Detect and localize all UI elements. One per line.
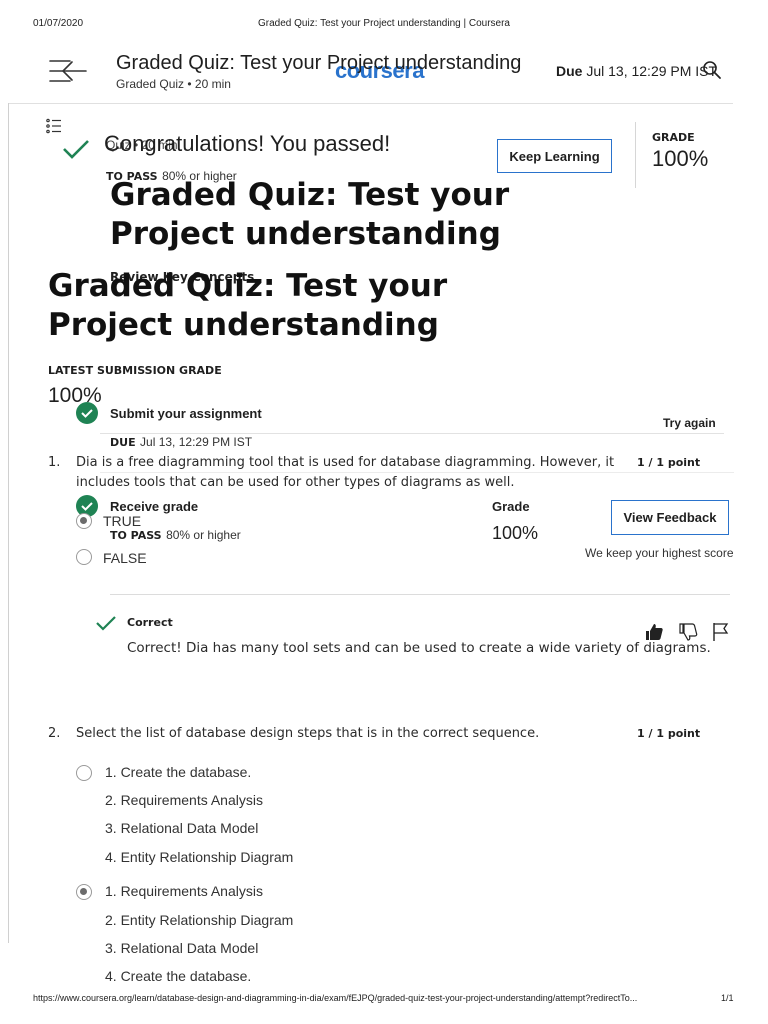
thumbs-up-icon[interactable] bbox=[644, 622, 664, 642]
due-label: Due bbox=[556, 63, 583, 79]
option-label-true: TRUE bbox=[103, 513, 142, 529]
grade-value: 100% bbox=[652, 146, 709, 171]
highest-score-note: We keep your highest score bbox=[585, 546, 734, 560]
page-title: Graded Quiz: Test your Project understan… bbox=[116, 52, 522, 74]
search-icon[interactable] bbox=[702, 60, 722, 80]
option-b-line: 4. Create the database. bbox=[105, 968, 252, 984]
quiz-heading: Graded Quiz: Test your Project understan… bbox=[110, 177, 510, 252]
submit-due: DUE Jul 13, 12:29 PM IST bbox=[110, 433, 252, 451]
thumbs-down-icon[interactable] bbox=[678, 622, 698, 642]
question-number: 2. bbox=[48, 726, 61, 741]
submit-assignment-title: Submit your assignment bbox=[110, 406, 262, 421]
option-radio-true[interactable] bbox=[76, 513, 92, 529]
feedback-label: Correct bbox=[127, 616, 173, 629]
submit-due-value: Jul 13, 12:29 PM IST bbox=[140, 435, 253, 449]
content-left-border bbox=[8, 103, 9, 943]
question-text-line2: includes tools that can be used for othe… bbox=[76, 475, 515, 490]
option-b-line: 3. Relational Data Model bbox=[105, 940, 259, 956]
option-a-line: 1. Create the database. bbox=[105, 764, 252, 780]
question-points: 1 / 1 point bbox=[637, 727, 701, 740]
check-icon bbox=[62, 138, 90, 160]
feedback-divider bbox=[110, 594, 730, 595]
option-label-false: FALSE bbox=[103, 550, 147, 566]
receive-grade-label: Grade bbox=[492, 499, 530, 514]
back-arrow-menu-icon[interactable] bbox=[48, 58, 88, 84]
question-text: Select the list of database design steps… bbox=[76, 726, 540, 741]
page-subtitle: Graded Quiz • 20 min bbox=[116, 77, 231, 91]
divider bbox=[100, 433, 724, 434]
keep-learning-button[interactable]: Keep Learning bbox=[497, 139, 612, 173]
question-number: 1. bbox=[48, 455, 61, 470]
option-a-line: 4. Entity Relationship Diagram bbox=[105, 849, 294, 865]
option-b-line: 2. Entity Relationship Diagram bbox=[105, 912, 294, 928]
option-b-line: 1. Requirements Analysis bbox=[105, 883, 263, 899]
grade-divider bbox=[635, 122, 636, 188]
receive-grade-value: 100% bbox=[492, 523, 539, 543]
print-url: https://www.coursera.org/learn/database-… bbox=[33, 993, 638, 1003]
latest-submission-label: LATEST SUBMISSION GRADE bbox=[48, 364, 222, 377]
receive-to-pass-label: TO PASS bbox=[110, 529, 162, 542]
divider bbox=[100, 472, 734, 473]
due-value: Jul 13, 12:29 PM IST bbox=[586, 63, 718, 79]
submit-check-icon bbox=[76, 402, 98, 424]
try-again-button[interactable]: Try again bbox=[663, 416, 716, 430]
flag-icon[interactable] bbox=[712, 622, 730, 642]
option-radio-a[interactable] bbox=[76, 765, 92, 781]
list-icon[interactable] bbox=[46, 118, 62, 134]
option-radio-b[interactable] bbox=[76, 884, 92, 900]
question-points: 1 / 1 point bbox=[637, 456, 701, 469]
quiz-heading-secondary: Graded Quiz: Test your Project understan… bbox=[48, 268, 448, 343]
print-title: Graded Quiz: Test your Project understan… bbox=[258, 18, 510, 29]
option-a-line: 3. Relational Data Model bbox=[105, 820, 259, 836]
print-page-number: 1/1 bbox=[721, 993, 734, 1003]
submit-due-label: DUE bbox=[110, 436, 136, 449]
correct-check-icon bbox=[95, 614, 117, 632]
question-text-line1: Dia is a free diagramming tool that is u… bbox=[76, 455, 615, 470]
feedback-text: Correct! Dia has many tool sets and can … bbox=[127, 640, 711, 656]
receive-to-pass-value: 80% or higher bbox=[166, 528, 241, 542]
congratulations-message: Congratulations! You passed! bbox=[104, 131, 391, 156]
view-feedback-button[interactable]: View Feedback bbox=[611, 500, 729, 535]
receive-grade-title: Receive grade bbox=[110, 499, 199, 514]
due-date: Due Jul 13, 12:29 PM IST bbox=[556, 63, 717, 79]
option-radio-false[interactable] bbox=[76, 549, 92, 565]
content-top-border bbox=[8, 103, 733, 104]
option-a-line: 2. Requirements Analysis bbox=[105, 792, 263, 808]
grade-label: GRADE bbox=[652, 131, 695, 144]
